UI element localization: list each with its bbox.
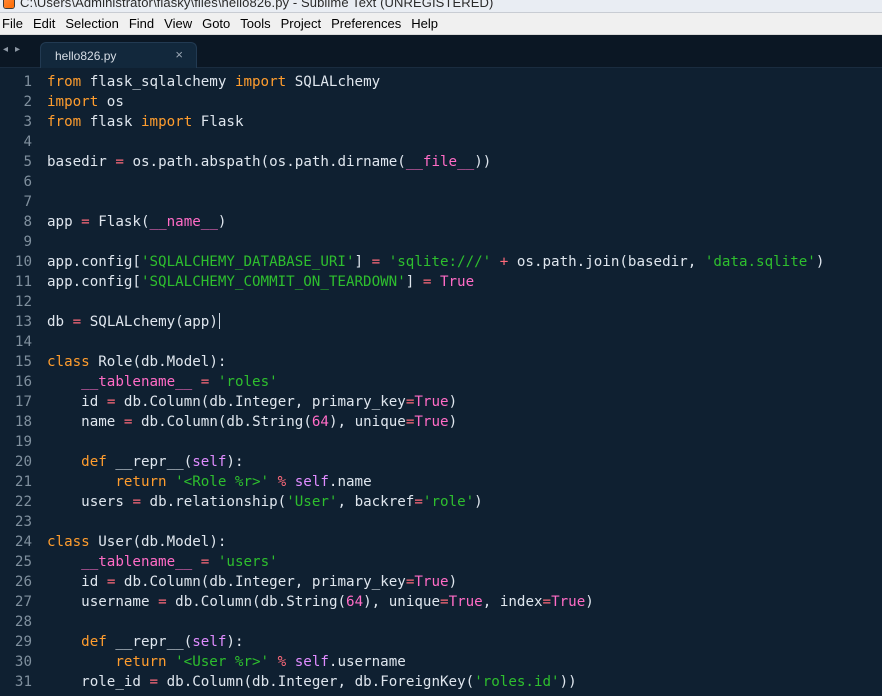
line-number: 2 (23, 94, 32, 110)
line-number-gutter: 1 2 3 4 5 6 7 8 9 10 11 12 13 14 15 16 17 18 19 20 21 22 23 24 2… (0, 72, 32, 692)
line-number: 12 (14, 294, 32, 310)
code-line[interactable]: users = db.relationship('User', backref=… (47, 492, 882, 512)
tab-nav-right-icon[interactable]: ▸ (15, 44, 20, 56)
line-number: 30 (14, 654, 32, 670)
menu-goto[interactable]: Goto (197, 13, 235, 35)
code-line[interactable]: class Role(db.Model): (47, 352, 882, 372)
code-line[interactable]: name = db.Column(db.String(64), unique=T… (47, 412, 882, 432)
code-line[interactable] (47, 292, 882, 312)
line-number: 22 (14, 494, 32, 510)
line-number: 11 (14, 274, 32, 290)
line-number: 17 (14, 394, 32, 410)
code-line[interactable] (47, 612, 882, 632)
line-number: 28 (14, 614, 32, 630)
code-line[interactable] (47, 512, 882, 532)
menu-bar: File Edit Selection Find View Goto Tools… (0, 13, 882, 35)
line-number: 6 (23, 174, 32, 190)
tab-nav-left-icon[interactable]: ◂ (3, 44, 8, 56)
code-line[interactable]: id = db.Column(db.Integer, primary_key=T… (47, 572, 882, 592)
code-line[interactable] (47, 132, 882, 152)
menu-preferences[interactable]: Preferences (326, 13, 406, 35)
line-number: 26 (14, 574, 32, 590)
code-line[interactable] (47, 192, 882, 212)
text-cursor (218, 313, 220, 329)
code-line[interactable]: id = db.Column(db.Integer, primary_key=T… (47, 392, 882, 412)
code-line[interactable]: db = SQLALchemy(app) (47, 312, 882, 332)
menu-selection[interactable]: Selection (60, 13, 123, 35)
code-line[interactable]: class User(db.Model): (47, 532, 882, 552)
line-number: 18 (14, 414, 32, 430)
code-line[interactable] (47, 232, 882, 252)
line-number: 16 (14, 374, 32, 390)
code-area[interactable]: from flask_sqlalchemy import SQLALchemy i… (47, 72, 882, 692)
code-line[interactable]: def __repr__(self): (47, 632, 882, 652)
menu-help[interactable]: Help (406, 13, 443, 35)
tab-label: hello826.py (55, 49, 117, 63)
code-line[interactable]: return '<User %r>' % self.username (47, 652, 882, 672)
code-line[interactable] (47, 432, 882, 452)
code-line[interactable]: from flask import Flask (47, 112, 882, 132)
close-icon[interactable]: × (175, 47, 183, 63)
window-title: C:\Users\Administrator\flasky\files\hell… (20, 0, 494, 10)
code-line[interactable]: __tablename__ = 'users' (47, 552, 882, 572)
line-number: 1 (23, 74, 32, 90)
code-line[interactable] (47, 172, 882, 192)
code-line[interactable] (47, 332, 882, 352)
line-number: 20 (14, 454, 32, 470)
code-line[interactable]: from flask_sqlalchemy import SQLALchemy (47, 72, 882, 92)
line-number: 9 (23, 234, 32, 250)
code-line[interactable]: basedir = os.path.abspath(os.path.dirnam… (47, 152, 882, 172)
line-number: 24 (14, 534, 32, 550)
line-number: 14 (14, 334, 32, 350)
line-number: 25 (14, 554, 32, 570)
line-number: 23 (14, 514, 32, 530)
window-title-bar: C:\Users\Administrator\flasky\files\hell… (0, 0, 882, 13)
line-number: 19 (14, 434, 32, 450)
menu-tools[interactable]: Tools (235, 13, 275, 35)
line-number: 15 (14, 354, 32, 370)
tab-bar: ◂ ▸ hello826.py × (0, 35, 882, 68)
line-number: 27 (14, 594, 32, 610)
line-number: 3 (23, 114, 32, 130)
code-line[interactable]: username = db.Column(db.String(64), uniq… (47, 592, 882, 612)
line-number: 10 (14, 254, 32, 270)
code-editor[interactable]: 1 2 3 4 5 6 7 8 9 10 11 12 13 14 15 16 17 18 19 20 21 22 23 24 2… (0, 68, 882, 696)
line-number: 31 (14, 674, 32, 690)
line-number: 29 (14, 634, 32, 650)
line-number: 5 (23, 154, 32, 170)
code-line[interactable]: import os (47, 92, 882, 112)
line-number: 8 (23, 214, 32, 230)
sublime-app-icon (4, 0, 14, 8)
tab-hello826[interactable]: hello826.py × (40, 42, 197, 68)
menu-find[interactable]: Find (124, 13, 159, 35)
code-line[interactable]: app = Flask(__name__) (47, 212, 882, 232)
line-number: 21 (14, 474, 32, 490)
code-line[interactable]: __tablename__ = 'roles' (47, 372, 882, 392)
menu-edit[interactable]: Edit (28, 13, 60, 35)
code-line[interactable]: role_id = db.Column(db.Integer, db.Forei… (47, 672, 882, 692)
menu-project[interactable]: Project (276, 13, 326, 35)
line-number: 4 (23, 134, 32, 150)
code-line[interactable]: def __repr__(self): (47, 452, 882, 472)
line-number: 7 (23, 194, 32, 210)
code-line[interactable]: app.config['SQLALCHEMY_DATABASE_URI'] = … (47, 252, 882, 272)
code-line[interactable]: return '<Role %r>' % self.name (47, 472, 882, 492)
line-number: 13 (14, 314, 32, 330)
menu-view[interactable]: View (159, 13, 197, 35)
code-line[interactable]: app.config['SQLALCHEMY_COMMIT_ON_TEARDOW… (47, 272, 882, 292)
menu-file[interactable]: File (0, 13, 28, 35)
